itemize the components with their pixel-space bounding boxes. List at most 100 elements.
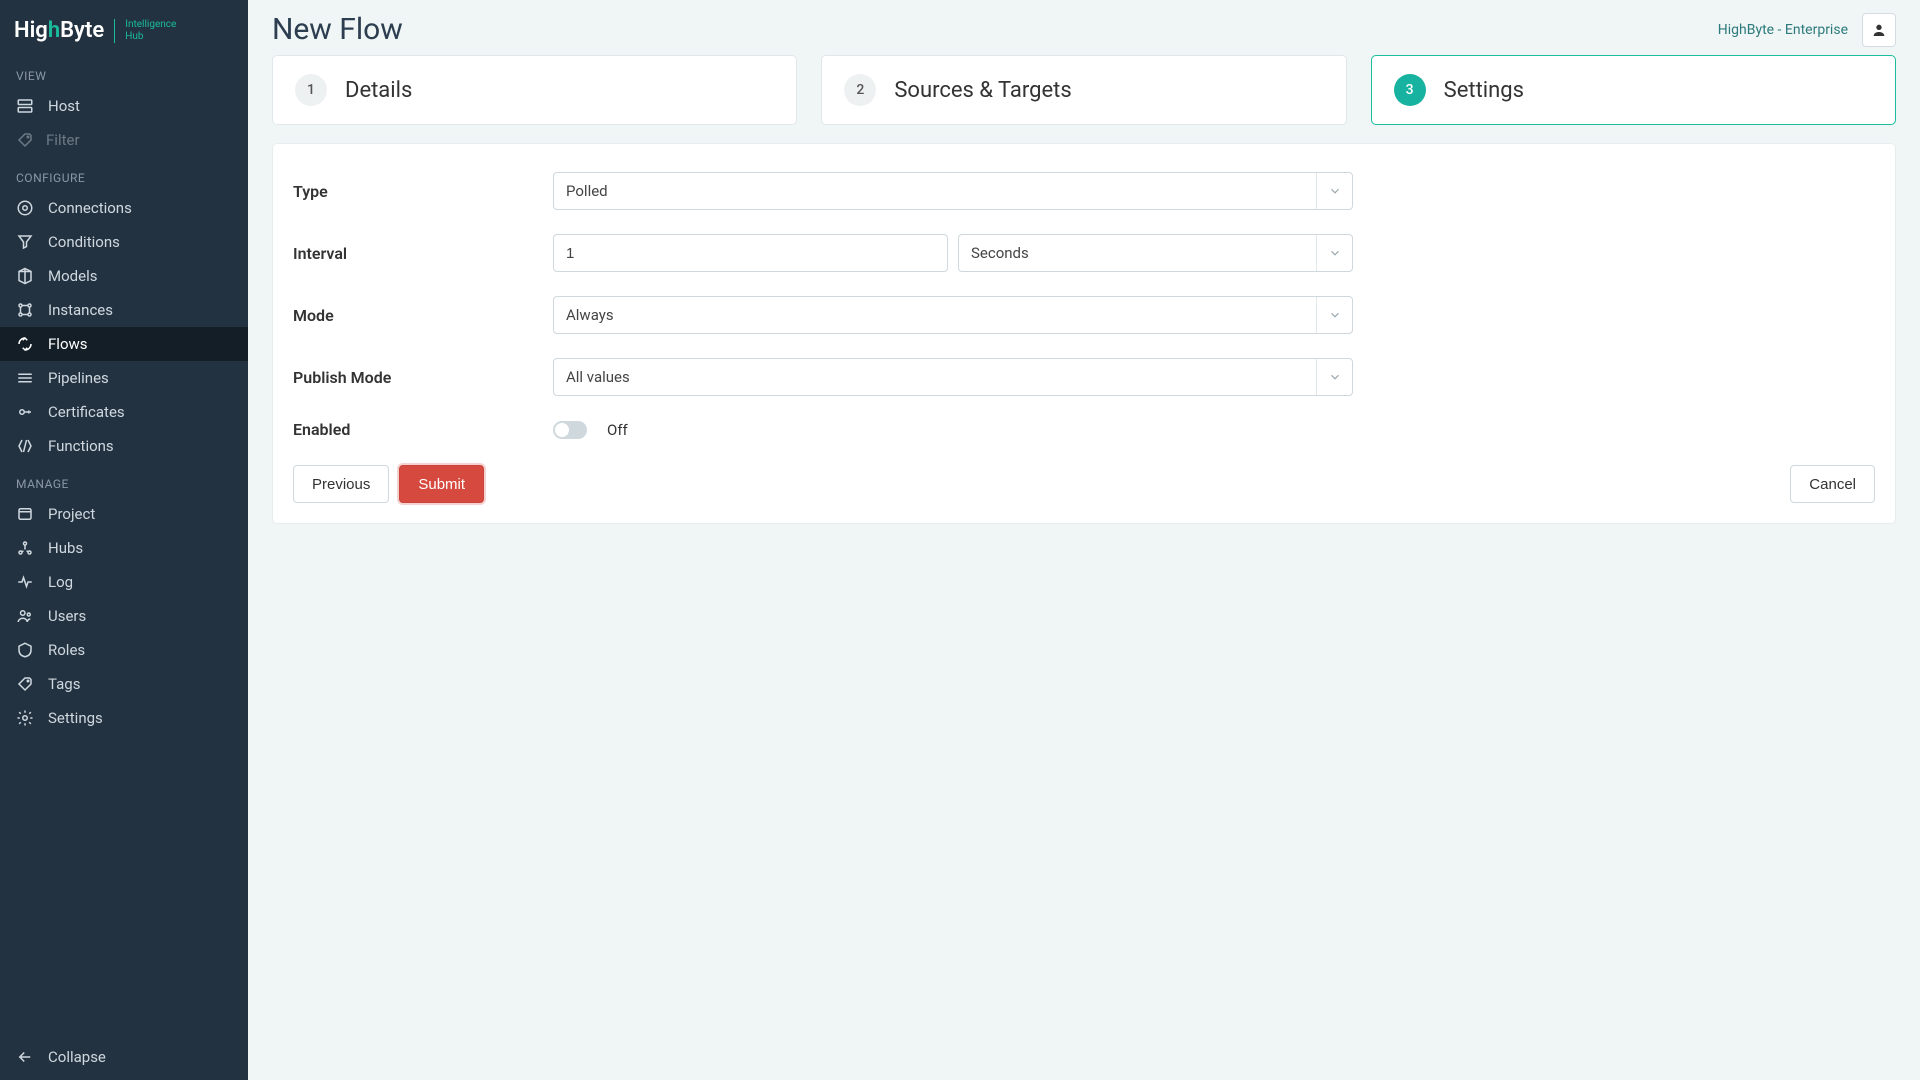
- conditions-icon: [16, 233, 34, 251]
- main: New Flow HighByte - Enterprise 1 Details…: [248, 0, 1920, 1080]
- enabled-state: Off: [607, 421, 628, 439]
- brand-text-post: Byte: [60, 18, 104, 43]
- sidebar-item-models[interactable]: Models: [0, 259, 248, 293]
- filter-placeholder: Filter: [46, 131, 80, 149]
- sidebar-item-label: Hubs: [48, 539, 83, 557]
- host-icon: [16, 97, 34, 115]
- sidebar-item-label: Host: [48, 97, 80, 115]
- sidebar-item-flows[interactable]: Flows: [0, 327, 248, 361]
- sidebar-item-label: Tags: [48, 675, 80, 693]
- sidebar-item-label: Connections: [48, 199, 132, 217]
- user-icon: [1871, 22, 1887, 38]
- sidebar-item-instances[interactable]: Instances: [0, 293, 248, 327]
- enabled-toggle[interactable]: [553, 421, 587, 439]
- sidebar-item-label: Project: [48, 505, 95, 523]
- section-manage-label: MANAGE: [0, 463, 248, 497]
- tags-icon: [16, 675, 34, 693]
- step-details[interactable]: 1 Details: [272, 55, 797, 125]
- sidebar-item-label: Settings: [48, 709, 103, 727]
- collapse-label: Collapse: [48, 1048, 106, 1066]
- stepper: 1 Details 2 Sources & Targets 3 Settings: [248, 55, 1920, 143]
- tenant-label: HighByte - Enterprise: [1718, 22, 1848, 38]
- sidebar-item-log[interactable]: Log: [0, 565, 248, 599]
- mode-value: Always: [566, 306, 614, 324]
- enabled-label: Enabled: [293, 420, 553, 439]
- step-sources-targets[interactable]: 2 Sources & Targets: [821, 55, 1346, 125]
- instances-icon: [16, 301, 34, 319]
- sidebar-item-label: Instances: [48, 301, 113, 319]
- sidebar-item-connections[interactable]: Connections: [0, 191, 248, 225]
- brand-logo: HighByte Intelligence Hub: [0, 0, 248, 55]
- certificates-icon: [16, 403, 34, 421]
- collapse-button[interactable]: Collapse: [0, 1034, 248, 1080]
- sidebar-item-users[interactable]: Users: [0, 599, 248, 633]
- sidebar-item-label: Roles: [48, 641, 85, 659]
- filter-row[interactable]: Filter: [0, 123, 248, 157]
- topbar: New Flow HighByte - Enterprise: [248, 0, 1920, 55]
- page-title: New Flow: [272, 12, 403, 47]
- publish-mode-select[interactable]: All values: [553, 358, 1353, 396]
- project-icon: [16, 505, 34, 523]
- section-configure-label: CONFIGURE: [0, 157, 248, 191]
- sidebar-item-roles[interactable]: Roles: [0, 633, 248, 667]
- collapse-icon: [16, 1048, 34, 1066]
- step-label: Sources & Targets: [894, 78, 1071, 103]
- settings-icon: [16, 709, 34, 727]
- chevron-down-icon: [1316, 235, 1352, 271]
- chevron-down-icon: [1316, 173, 1352, 209]
- interval-unit-select[interactable]: Seconds: [958, 234, 1353, 272]
- sidebar-item-label: Conditions: [48, 233, 120, 251]
- users-icon: [16, 607, 34, 625]
- tag-filter-icon: [16, 131, 34, 149]
- sidebar-item-hubs[interactable]: Hubs: [0, 531, 248, 565]
- interval-label: Interval: [293, 244, 553, 263]
- sidebar-item-project[interactable]: Project: [0, 497, 248, 531]
- previous-button[interactable]: Previous: [293, 465, 389, 503]
- models-icon: [16, 267, 34, 285]
- functions-icon: [16, 437, 34, 455]
- sidebar-item-pipelines[interactable]: Pipelines: [0, 361, 248, 395]
- sidebar-item-functions[interactable]: Functions: [0, 429, 248, 463]
- pipelines-icon: [16, 369, 34, 387]
- brand-text-accent: h: [48, 18, 60, 43]
- step-label: Details: [345, 78, 412, 103]
- cancel-button[interactable]: Cancel: [1790, 465, 1875, 503]
- flows-icon: [16, 335, 34, 353]
- interval-input[interactable]: [566, 245, 935, 262]
- user-menu-button[interactable]: [1862, 13, 1896, 47]
- sidebar-item-host[interactable]: Host: [0, 89, 248, 123]
- sidebar-item-label: Users: [48, 607, 86, 625]
- log-icon: [16, 573, 34, 591]
- step-label: Settings: [1444, 78, 1524, 103]
- chevron-down-icon: [1316, 297, 1352, 333]
- mode-label: Mode: [293, 306, 553, 325]
- mode-select[interactable]: Always: [553, 296, 1353, 334]
- sidebar-item-settings[interactable]: Settings: [0, 701, 248, 735]
- sidebar-item-certificates[interactable]: Certificates: [0, 395, 248, 429]
- step-number: 2: [844, 74, 876, 106]
- brand-subtitle: Intelligence Hub: [114, 19, 176, 43]
- type-label: Type: [293, 182, 553, 201]
- sidebar-item-label: Models: [48, 267, 97, 285]
- sidebar-item-label: Pipelines: [48, 369, 109, 387]
- sidebar: HighByte Intelligence Hub VIEW Host Filt…: [0, 0, 248, 1080]
- sidebar-item-label: Certificates: [48, 403, 125, 421]
- sidebar-item-conditions[interactable]: Conditions: [0, 225, 248, 259]
- brand-name: HighByte: [14, 18, 104, 43]
- type-value: Polled: [566, 182, 608, 200]
- step-number: 1: [295, 74, 327, 106]
- sidebar-item-tags[interactable]: Tags: [0, 667, 248, 701]
- chevron-down-icon: [1316, 359, 1352, 395]
- publish-mode-label: Publish Mode: [293, 368, 553, 387]
- connections-icon: [16, 199, 34, 217]
- section-view-label: VIEW: [0, 55, 248, 89]
- interval-input-wrapper: [553, 234, 948, 272]
- step-settings[interactable]: 3 Settings: [1371, 55, 1896, 125]
- settings-panel: Type Polled Interval Seconds Mo: [272, 143, 1896, 524]
- submit-button[interactable]: Submit: [399, 465, 484, 503]
- interval-unit-value: Seconds: [971, 244, 1029, 262]
- type-select[interactable]: Polled: [553, 172, 1353, 210]
- sidebar-item-label: Flows: [48, 335, 88, 353]
- brand-text-pre: Hig: [14, 18, 48, 43]
- publish-mode-value: All values: [566, 368, 630, 386]
